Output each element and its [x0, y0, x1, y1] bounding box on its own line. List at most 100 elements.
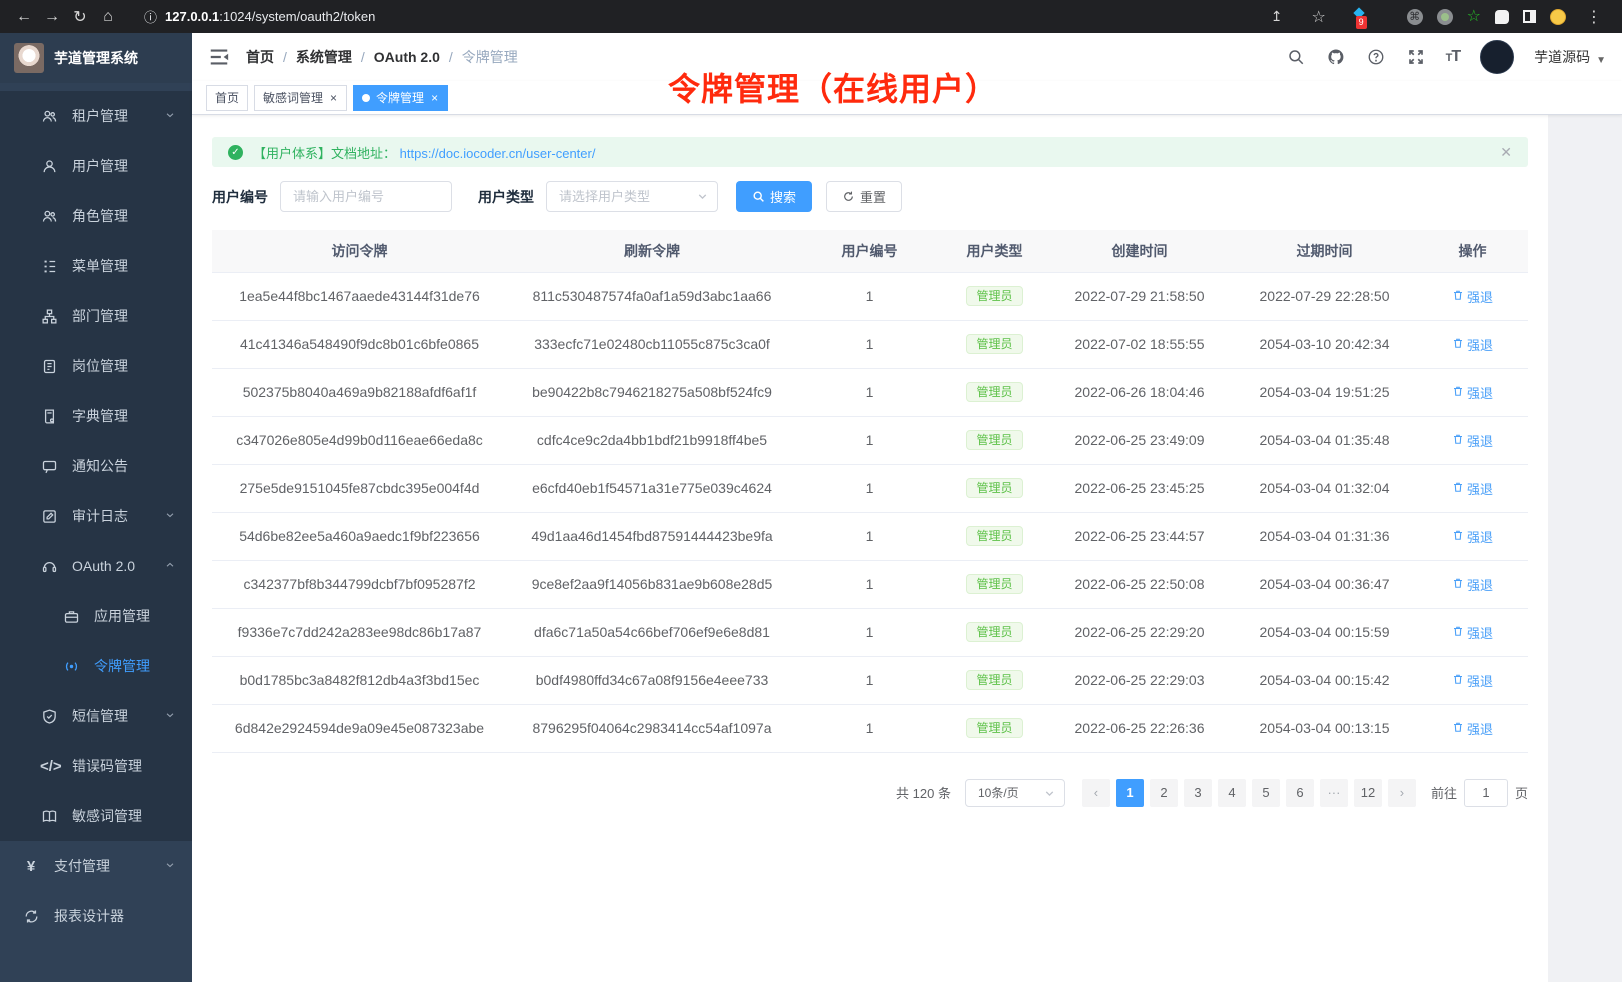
hamburger-icon[interactable] — [208, 46, 230, 68]
forward-icon[interactable]: → — [38, 3, 66, 31]
refresh-token-cell: e6cfd40eb1f54571a31e775e039c4624 — [507, 464, 797, 512]
doc-link[interactable]: https://doc.iocoder.cn/user-center/ — [400, 146, 596, 161]
created-time-cell: 2022-06-25 23:45:25 — [1047, 464, 1232, 512]
created-time-cell: 2022-07-02 18:55:55 — [1047, 320, 1232, 368]
next-page-button[interactable]: › — [1388, 779, 1416, 807]
table-row: c342377bf8b344799dcbf7bf095287f2 9ce8ef2… — [212, 560, 1528, 608]
trash-icon — [1452, 433, 1464, 448]
doc-alert: ✓ 【用户体系】文档地址： https://doc.iocoder.cn/use… — [212, 137, 1528, 167]
table-body: 1ea5e44f8bc1467aaede43144f31de76 811c530… — [212, 272, 1528, 752]
refresh-token-cell: 811c530487574fa0af1a59d3abc1aa66 — [507, 272, 797, 320]
sidebar-item-sms[interactable]: 短信管理 — [0, 691, 192, 741]
force-logout-link[interactable]: 强退 — [1452, 527, 1493, 546]
page-content: ✓ 【用户体系】文档地址： https://doc.iocoder.cn/use… — [192, 115, 1548, 982]
sidebar-item-report[interactable]: 报表设计器 — [0, 891, 192, 941]
browser-menu-icon[interactable]: ⋮ — [1580, 3, 1608, 31]
fullscreen-icon[interactable] — [1406, 47, 1426, 67]
tab-close-icon[interactable]: × — [329, 91, 338, 105]
app-logo-row[interactable]: 芋道管理系统 — [0, 33, 192, 83]
tab-2[interactable]: 令牌管理× — [353, 85, 448, 111]
table-row: 502375b8040a469a9b82188afdf6af1f be90422… — [212, 368, 1528, 416]
sidebar-item-post[interactable]: 岗位管理 — [0, 341, 192, 391]
extension-command-icon[interactable]: ⌘ — [1407, 9, 1423, 25]
help-icon[interactable] — [1366, 47, 1386, 67]
tab-0[interactable]: 首页 — [206, 85, 248, 111]
url-bar[interactable]: ⓘ 127.0.0.1:1024/system/oauth2/token — [132, 4, 1253, 30]
table-row: c347026e805e4d99b0d116eae66eda8c cdfc4ce… — [212, 416, 1528, 464]
extension-record-icon[interactable] — [1437, 9, 1453, 25]
table-row: 275e5de9151045fe87cbdc395e004f4d e6cfd40… — [212, 464, 1528, 512]
sidebar-item-dept[interactable]: 部门管理 — [0, 291, 192, 341]
sidebar-item-oauth2[interactable]: OAuth 2.0 — [0, 541, 192, 591]
sidebar-item-oauth2-app[interactable]: 应用管理 — [0, 591, 192, 641]
tab-close-icon[interactable]: × — [430, 91, 439, 105]
page-button-1[interactable]: 1 — [1116, 779, 1144, 807]
user-menu[interactable]: 芋道源码 ▼ — [1534, 47, 1606, 67]
extension-gem-icon[interactable] — [1377, 9, 1393, 25]
bookmark-star-icon[interactable]: ☆ — [1305, 3, 1333, 31]
sidebar-item-pay[interactable]: ¥支付管理 — [0, 841, 192, 891]
page-button-3[interactable]: 3 — [1184, 779, 1212, 807]
table-row: 54d6be82ee5a460a9aedc1f9bf223656 49d1aa4… — [212, 512, 1528, 560]
reset-button[interactable]: 重置 — [826, 181, 902, 212]
sidebar-item-oauth2-token[interactable]: 令牌管理 — [0, 641, 192, 691]
github-icon[interactable] — [1326, 47, 1346, 67]
sidebar-item-sensitive[interactable]: 敏感词管理 — [0, 791, 192, 841]
extension-grid-icon[interactable]: 9 — [1347, 9, 1363, 25]
user-type-label: 用户类型 — [478, 187, 534, 207]
page-size-select[interactable] — [965, 779, 1065, 807]
page-button-5[interactable]: 5 — [1252, 779, 1280, 807]
sidebar-item-notice[interactable]: 通知公告 — [0, 441, 192, 491]
force-logout-link[interactable]: 强退 — [1452, 719, 1493, 738]
user-id-input[interactable] — [280, 181, 452, 212]
force-logout-link[interactable]: 强退 — [1452, 287, 1493, 306]
sidebar-item-audit[interactable]: 审计日志 — [0, 491, 192, 541]
home-icon[interactable]: ⌂ — [94, 3, 122, 31]
font-size-icon[interactable]: TT — [1446, 48, 1461, 66]
jump-page-input[interactable] — [1464, 779, 1508, 807]
extensions-puzzle-icon[interactable] — [1495, 10, 1509, 24]
user-type-badge: 管理员 — [966, 430, 1022, 450]
avatar[interactable] — [1480, 40, 1514, 74]
browser-chrome: ← → ↻ ⌂ ⓘ 127.0.0.1:1024/system/oauth2/t… — [0, 0, 1622, 33]
report-icon — [22, 907, 40, 925]
page-button-2[interactable]: 2 — [1150, 779, 1178, 807]
force-logout-link[interactable]: 强退 — [1452, 383, 1493, 402]
sidebar-item-tenant[interactable]: 租户管理 — [0, 91, 192, 141]
page-button-6[interactable]: 6 — [1286, 779, 1314, 807]
open-book-icon — [40, 807, 58, 825]
back-icon[interactable]: ← — [10, 3, 38, 31]
force-logout-link[interactable]: 强退 — [1452, 623, 1493, 642]
tab-1[interactable]: 敏感词管理× — [254, 85, 347, 111]
sidebar-item-menu[interactable]: 菜单管理 — [0, 241, 192, 291]
search-icon[interactable] — [1286, 47, 1306, 67]
breadcrumb-item[interactable]: OAuth 2.0 — [374, 49, 440, 65]
refresh-token-cell: be90422b8c7946218275a508bf524fc9 — [507, 368, 797, 416]
force-logout-link[interactable]: 强退 — [1452, 575, 1493, 594]
alert-close-icon[interactable]: ✕ — [1500, 144, 1512, 161]
sidepanel-icon[interactable] — [1523, 10, 1536, 23]
force-logout-link[interactable]: 强退 — [1452, 431, 1493, 450]
pagination: 共 120 条 ‹ 123456···12 › 前往 页 — [212, 779, 1528, 807]
force-logout-link[interactable]: 强退 — [1452, 335, 1493, 354]
page-button-12[interactable]: 12 — [1354, 779, 1382, 807]
sidebar-item-user[interactable]: 用户管理 — [0, 141, 192, 191]
prev-page-button[interactable]: ‹ — [1082, 779, 1110, 807]
sidebar-item-errcode[interactable]: </>错误码管理 — [0, 741, 192, 791]
breadcrumb-item[interactable]: 系统管理 — [296, 47, 352, 67]
extension-star-icon[interactable]: ☆ — [1467, 9, 1481, 25]
profile-emoji-icon[interactable] — [1550, 9, 1566, 25]
page-button-4[interactable]: 4 — [1218, 779, 1246, 807]
app-logo — [14, 43, 44, 73]
site-info-icon[interactable]: ⓘ — [144, 7, 157, 26]
share-icon[interactable]: ↥ — [1263, 3, 1291, 31]
user-type-select[interactable] — [546, 181, 718, 212]
force-logout-link[interactable]: 强退 — [1452, 479, 1493, 498]
search-button[interactable]: 搜索 — [736, 181, 812, 212]
force-logout-link[interactable]: 强退 — [1452, 671, 1493, 690]
refresh-token-cell: b0df4980ffd34c67a08f9156e4eee733 — [507, 656, 797, 704]
reload-icon[interactable]: ↻ — [66, 3, 94, 31]
sidebar-item-role[interactable]: 角色管理 — [0, 191, 192, 241]
breadcrumb-item[interactable]: 首页 — [246, 47, 274, 67]
sidebar-item-dict[interactable]: 字典管理 — [0, 391, 192, 441]
